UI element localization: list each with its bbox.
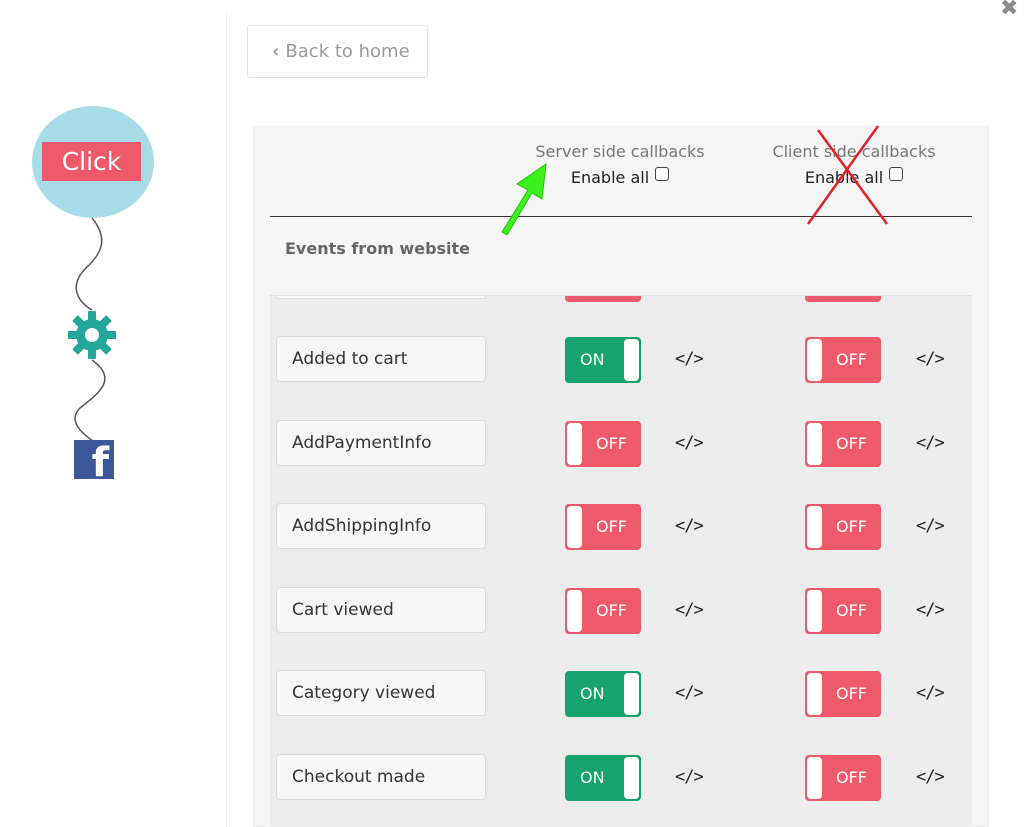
toggle-label: ON [580,768,605,787]
server-column-title: Server side callbacks [535,142,705,161]
toggle-label: OFF [596,601,627,620]
client-toggle[interactable]: OFF [805,504,881,550]
client-code-icon[interactable]: </> [916,600,945,620]
server-enable-all-label: Enable all [570,168,650,187]
partial-client-toggle [805,296,881,302]
client-toggle[interactable]: OFF [805,588,881,634]
server-enable-all-checkbox[interactable] [655,167,670,181]
server-toggle[interactable]: OFF [565,588,641,634]
toggle-label: OFF [596,434,627,453]
header-divider [270,216,972,217]
chevron-left-icon: ‹ [272,41,280,62]
client-toggle[interactable]: OFF [805,755,881,801]
toggle-knob [567,423,582,465]
toggle-knob [807,673,822,715]
toggle-knob [807,423,822,465]
event-name: Cart viewed [276,587,486,633]
client-column-title: Client side callbacks [772,142,936,161]
server-toggle[interactable]: OFF [565,421,641,467]
client-code-icon[interactable]: </> [916,433,945,453]
event-row: Cart viewed OFF </> OFF </> [270,587,972,635]
partial-server-toggle [565,296,641,302]
toggle-knob [807,339,822,381]
vertical-divider [226,14,227,827]
server-code-icon[interactable]: </> [675,516,704,536]
back-to-home-button[interactable]: ‹ Back to home [247,25,428,78]
connection-wire [74,217,106,442]
client-enable-all-checkbox[interactable] [889,167,904,181]
toggle-knob [624,673,639,715]
toggle-label: OFF [836,517,867,536]
client-code-icon[interactable]: </> [916,767,945,787]
integration-illustration: Click f [0,0,200,827]
server-enable-all: Enable all [520,167,720,187]
client-code-icon[interactable]: </> [916,349,945,369]
toggle-label: OFF [836,434,867,453]
toggle-knob [807,757,822,799]
client-toggle[interactable]: OFF [805,421,881,467]
server-code-icon[interactable]: </> [675,683,704,703]
server-toggle[interactable]: OFF [565,504,641,550]
toggle-label: ON [580,684,605,703]
client-enable-all-label: Enable all [804,168,884,187]
event-row: AddShippingInfo OFF </> OFF </> [270,503,972,551]
gear-icon [68,311,116,359]
event-row: Category viewed ON </> OFF </> [270,670,972,718]
client-toggle[interactable]: OFF [805,671,881,717]
close-icon[interactable]: ✖ [1000,0,1018,21]
server-code-icon[interactable]: </> [675,767,704,787]
server-code-icon[interactable]: </> [675,349,704,369]
client-toggle[interactable]: OFF [805,337,881,383]
event-name: Added to cart [276,336,486,382]
event-name: AddShippingInfo [276,503,486,549]
toggle-label: ON [580,350,605,369]
toggle-label: OFF [836,350,867,369]
event-row: Checkout made ON </> OFF </> [270,754,972,802]
toggle-label: OFF [836,684,867,703]
toggle-knob [624,757,639,799]
event-name: Category viewed [276,670,486,716]
facebook-icon: f [74,440,114,479]
server-column-header: Server side callbacks Enable all [520,142,720,187]
event-name: Checkout made [276,754,486,800]
client-column-header: Client side callbacks Enable all [754,142,954,187]
toggle-knob [807,506,822,548]
server-toggle[interactable]: ON [565,337,641,383]
toggle-knob [567,590,582,632]
section-title: Events from website [285,239,471,258]
server-code-icon[interactable]: </> [675,600,704,620]
toggle-knob [807,590,822,632]
toggle-knob [624,339,639,381]
client-code-icon[interactable]: </> [916,683,945,703]
server-code-icon[interactable]: </> [675,433,704,453]
toggle-knob [567,506,582,548]
event-row: Added to cart ON </> OFF </> [270,336,972,384]
toggle-label: OFF [836,768,867,787]
toggle-label: OFF [836,601,867,620]
client-enable-all: Enable all [754,167,954,187]
event-name: AddPaymentInfo [276,420,486,466]
event-row: AddPaymentInfo OFF </> OFF </> [270,420,972,468]
server-toggle[interactable]: ON [565,671,641,717]
callbacks-panel: Server side callbacks Enable all Client … [253,126,989,827]
client-code-icon[interactable]: </> [916,516,945,536]
server-toggle[interactable]: ON [565,755,641,801]
back-to-home-label: Back to home [285,41,410,62]
events-list: Added to cart ON </> OFF </> AddPaymentI… [270,295,972,826]
partial-event-name [276,296,486,299]
toggle-label: OFF [596,517,627,536]
